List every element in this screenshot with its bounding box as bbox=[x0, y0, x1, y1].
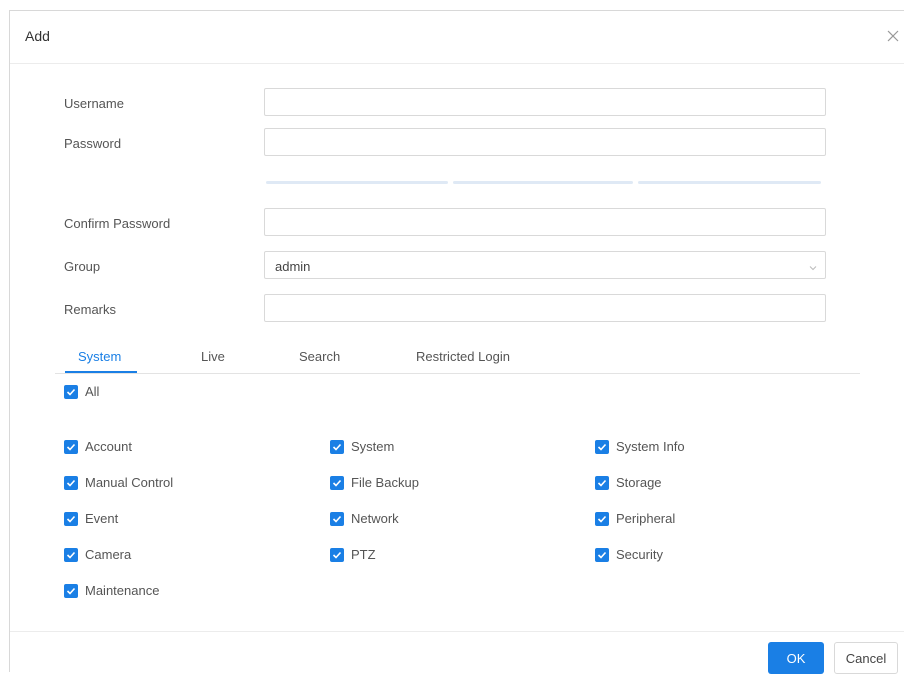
dialog-header: Add bbox=[10, 11, 904, 64]
checkbox-checked-icon bbox=[64, 475, 78, 490]
checkbox-all[interactable]: All bbox=[64, 384, 99, 399]
checkbox-system[interactable]: System bbox=[330, 439, 394, 454]
checkbox-label: Event bbox=[85, 511, 119, 526]
checkbox-event[interactable]: Event bbox=[64, 511, 118, 526]
permission-tabs: System Live Search Restricted Login bbox=[55, 341, 860, 374]
close-icon[interactable] bbox=[884, 27, 902, 45]
checkbox-label: Network bbox=[351, 511, 399, 526]
confirm-password-row: Confirm Password bbox=[10, 208, 904, 238]
checkbox-checked-icon bbox=[595, 547, 609, 562]
tab-restricted-login[interactable]: Restricted Login bbox=[416, 349, 510, 364]
username-row: Username bbox=[10, 88, 904, 118]
confirm-password-label: Confirm Password bbox=[64, 216, 171, 231]
dialog-title: Add bbox=[25, 28, 50, 44]
checkbox-label: Account bbox=[85, 439, 132, 454]
checkbox-label: Manual Control bbox=[85, 475, 174, 490]
checkbox-label: File Backup bbox=[351, 475, 419, 490]
checkbox-checked-icon bbox=[64, 439, 78, 454]
username-input[interactable] bbox=[264, 88, 826, 116]
checkbox-file-backup[interactable]: File Backup bbox=[330, 475, 419, 490]
active-tab-indicator bbox=[65, 371, 137, 373]
checkbox-maintenance[interactable]: Maintenance bbox=[64, 583, 159, 598]
strength-segment bbox=[266, 181, 448, 184]
tab-search[interactable]: Search bbox=[299, 349, 340, 364]
checkbox-checked-icon bbox=[330, 511, 344, 526]
strength-segment bbox=[638, 181, 821, 184]
password-label: Password bbox=[64, 136, 122, 151]
checkbox-checked-icon bbox=[64, 511, 78, 526]
checkbox-system-info[interactable]: System Info bbox=[595, 439, 685, 454]
checkbox-checked-icon bbox=[64, 547, 78, 562]
checkbox-checked-icon bbox=[595, 439, 609, 454]
checkbox-label: Storage bbox=[616, 475, 662, 490]
remarks-row: Remarks bbox=[10, 294, 904, 324]
checkbox-ptz[interactable]: PTZ bbox=[330, 547, 376, 562]
password-strength-meter bbox=[266, 181, 821, 185]
checkbox-account[interactable]: Account bbox=[64, 439, 132, 454]
remarks-label: Remarks bbox=[64, 302, 117, 317]
checkbox-checked-icon bbox=[330, 475, 344, 490]
group-select-value: admin bbox=[275, 259, 311, 274]
checkbox-checked-icon bbox=[595, 511, 609, 526]
checkbox-label: System Info bbox=[616, 439, 685, 454]
checkbox-checked-icon bbox=[595, 475, 609, 490]
checkbox-security[interactable]: Security bbox=[595, 547, 663, 562]
username-label: Username bbox=[64, 96, 124, 111]
cancel-button[interactable]: Cancel bbox=[834, 642, 898, 674]
checkbox-network[interactable]: Network bbox=[330, 511, 399, 526]
group-label: Group bbox=[64, 259, 101, 274]
password-row: Password bbox=[10, 128, 904, 158]
checkbox-peripheral[interactable]: Peripheral bbox=[595, 511, 675, 526]
password-input[interactable] bbox=[264, 128, 826, 156]
tab-system[interactable]: System bbox=[78, 349, 121, 364]
add-user-dialog: Add Username Password Confirm Password G… bbox=[9, 10, 904, 674]
checkbox-label: PTZ bbox=[351, 547, 376, 562]
checkbox-label: Maintenance bbox=[85, 583, 160, 598]
checkbox-checked-icon bbox=[330, 439, 344, 454]
checkbox-checked-icon bbox=[64, 384, 78, 399]
checkbox-label: All bbox=[85, 384, 100, 399]
ok-button[interactable]: OK bbox=[768, 642, 824, 674]
group-select[interactable]: admin bbox=[264, 251, 826, 279]
checkbox-label: Security bbox=[616, 547, 663, 562]
chevron-down-icon bbox=[809, 260, 817, 271]
checkbox-manual-control[interactable]: Manual Control bbox=[64, 475, 173, 490]
checkbox-label: System bbox=[351, 439, 395, 454]
checkbox-storage[interactable]: Storage bbox=[595, 475, 662, 490]
group-row: Group admin bbox=[10, 251, 904, 281]
tab-live[interactable]: Live bbox=[201, 349, 225, 364]
checkbox-label: Camera bbox=[85, 547, 132, 562]
checkbox-checked-icon bbox=[64, 583, 78, 598]
dialog-footer: OK Cancel bbox=[10, 631, 904, 674]
strength-segment bbox=[453, 181, 633, 184]
checkbox-checked-icon bbox=[330, 547, 344, 562]
confirm-password-input[interactable] bbox=[264, 208, 826, 236]
checkbox-label: Peripheral bbox=[616, 511, 676, 526]
remarks-input[interactable] bbox=[264, 294, 826, 322]
checkbox-camera[interactable]: Camera bbox=[64, 547, 131, 562]
